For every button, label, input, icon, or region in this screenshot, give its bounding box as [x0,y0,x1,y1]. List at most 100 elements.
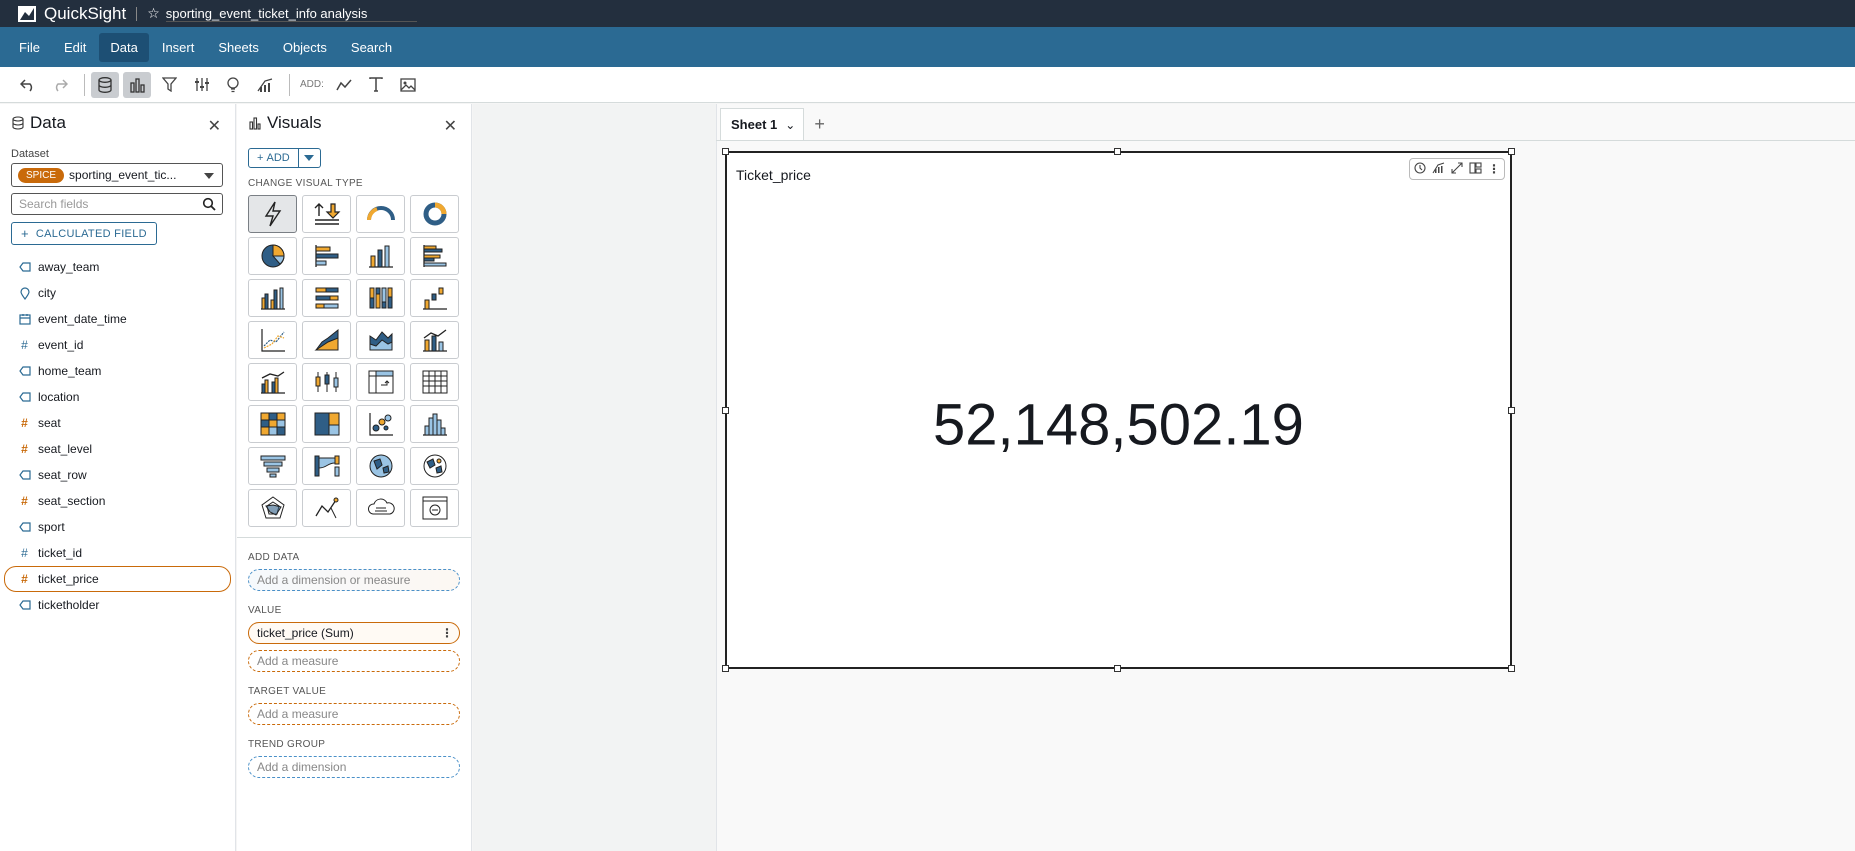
scatter-plot-visual-icon[interactable] [356,405,405,443]
kpi-visual[interactable]: Ticket_price ⋮ 52,148,502.19 [722,148,1515,672]
menu-sheets[interactable]: Sheets [207,33,269,62]
chevron-down-icon[interactable]: ⌄ [785,118,795,132]
value-field-well[interactable]: ticket_price (Sum) ⋮ [248,622,460,644]
waterfall-visual-icon[interactable] [410,279,459,317]
field-ticketholder[interactable]: ticketholder [4,592,231,618]
dataset-select[interactable]: SPICE sporting_event_tic... [11,163,223,187]
clustered-column-visual-icon[interactable] [248,279,297,317]
visual-title[interactable]: Ticket_price [736,167,811,183]
radar-visual-icon[interactable] [248,489,297,527]
insight-visual-icon[interactable] [302,195,351,233]
table-visual-icon[interactable] [410,363,459,401]
custom-visual-icon[interactable] [302,489,351,527]
search-fields-box[interactable] [11,193,223,215]
filled-map-visual-icon[interactable] [356,447,405,485]
stacked-column-visual-icon[interactable] [356,279,405,317]
forecast-icon[interactable] [1432,161,1445,177]
gauge-visual-icon[interactable] [356,195,405,233]
clustered-bar-visual-icon[interactable] [410,237,459,275]
resize-handle[interactable] [1508,407,1515,414]
field-home-team[interactable]: home_team [4,358,231,384]
forecast-icon[interactable] [251,72,279,98]
menu-insert[interactable]: Insert [151,33,206,62]
donut-visual-icon[interactable] [410,195,459,233]
resize-handle[interactable] [1508,665,1515,672]
pivot-table-visual-icon[interactable] [356,363,405,401]
clock-icon[interactable] [1414,161,1426,177]
box-plot-visual-icon[interactable] [302,363,351,401]
histogram-visual-icon[interactable] [410,405,459,443]
combo-line-visual-icon[interactable] [248,363,297,401]
analysis-title[interactable]: sporting_event_ticket_info analysis [165,6,418,22]
add-image-icon[interactable] [394,72,422,98]
star-icon[interactable]: ☆ [147,5,160,22]
points-on-map-visual-icon[interactable] [410,447,459,485]
funnel-visual-icon[interactable] [248,447,297,485]
redo-icon[interactable] [46,72,74,98]
field-sport[interactable]: sport [4,514,231,540]
tree-map-visual-icon[interactable] [302,405,351,443]
field-event-id[interactable]: # event_id [4,332,231,358]
search-fields-input[interactable] [19,197,189,211]
add-text-icon[interactable] [362,72,390,98]
field-location[interactable]: location [4,384,231,410]
resize-handle[interactable] [722,407,729,414]
menu-objects[interactable]: Objects [272,33,338,62]
resize-handle[interactable] [722,148,729,155]
field-event-date-time[interactable]: event_date_time [4,306,231,332]
area-visual-icon[interactable] [302,321,351,359]
resize-handle[interactable] [1114,665,1121,672]
add-sheet-icon[interactable]: + [814,114,825,135]
menu-file[interactable]: File [8,33,51,62]
close-icon[interactable]: ✕ [444,116,457,136]
field-ticket-id[interactable]: # ticket_id [4,540,231,566]
undo-icon[interactable] [14,72,42,98]
add-visual-button[interactable]: + ADD [248,148,299,168]
menu-data[interactable]: Data [99,32,149,62]
field-ticket-price[interactable]: # ticket_price [4,566,231,592]
custom-content-visual-icon[interactable] [410,489,459,527]
stacked-area-visual-icon[interactable] [356,321,405,359]
heat-map-visual-icon[interactable] [248,405,297,443]
pie-visual-icon[interactable] [248,237,297,275]
add-data-well[interactable]: Add a dimension or measure [248,569,460,591]
expand-icon[interactable] [1451,161,1463,177]
field-seat-level[interactable]: # seat_level [4,436,231,462]
filter-icon[interactable] [155,72,183,98]
calculated-field-button[interactable]: + CALCULATED FIELD [11,222,157,245]
insights-icon[interactable] [219,72,247,98]
trend-group-well[interactable]: Add a dimension [248,756,460,778]
close-icon[interactable]: ✕ [208,116,221,136]
more-options-icon[interactable]: ⋮ [441,626,453,640]
combo-visual-icon[interactable] [410,321,459,359]
resize-handle[interactable] [1508,148,1515,155]
field-city[interactable]: city [4,280,231,306]
database-icon[interactable] [91,71,119,98]
scatter-line-visual-icon[interactable] [248,321,297,359]
value-add-measure-well[interactable]: Add a measure [248,650,460,672]
stacked-bar-visual-icon[interactable] [302,279,351,317]
brand-name[interactable]: QuickSight [44,4,126,24]
horizontal-bar-visual-icon[interactable] [302,237,351,275]
sankey-visual-icon[interactable] [302,447,351,485]
field-seat[interactable]: # seat [4,410,231,436]
more-options-icon[interactable]: ⋮ [1488,162,1500,176]
kpi-visual-icon[interactable] [248,195,297,233]
vertical-bar-visual-icon[interactable] [356,237,405,275]
search-icon[interactable] [202,197,216,211]
menu-search[interactable]: Search [340,33,403,62]
word-cloud-visual-icon[interactable] [356,489,405,527]
add-line-chart-icon[interactable] [330,72,358,98]
tab-sheet-1[interactable]: Sheet 1 ⌄ [720,108,805,140]
field-seat-row[interactable]: seat_row [4,462,231,488]
layout-icon[interactable] [1469,161,1482,177]
field-away-team[interactable]: away_team [4,254,231,280]
resize-handle[interactable] [722,665,729,672]
field-seat-section[interactable]: # seat_section [4,488,231,514]
target-value-well[interactable]: Add a measure [248,703,460,725]
add-visual-dropdown[interactable] [298,148,321,168]
parameters-icon[interactable] [187,72,215,98]
menu-edit[interactable]: Edit [53,33,97,62]
resize-handle[interactable] [1114,148,1121,155]
visuals-icon[interactable] [123,71,151,98]
